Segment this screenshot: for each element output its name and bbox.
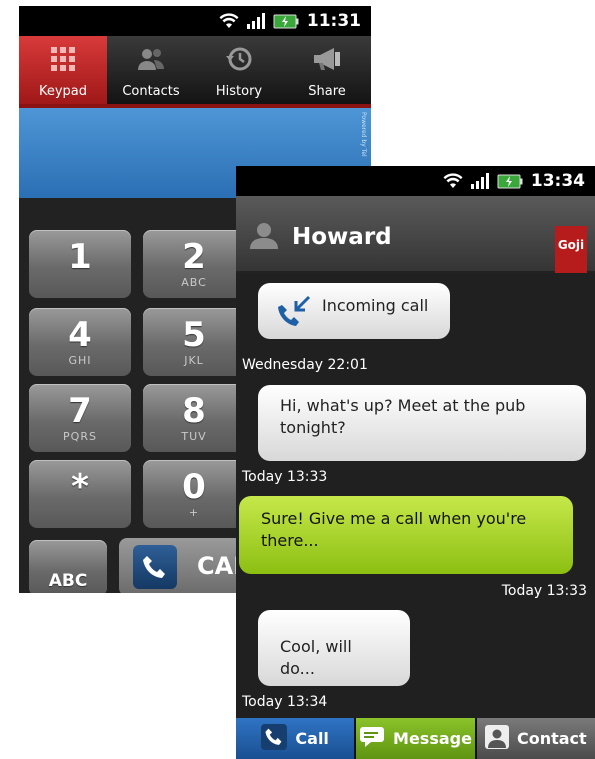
tab-label: Contacts bbox=[122, 84, 180, 99]
tab-bar: Keypad Contacts History Share bbox=[19, 36, 371, 108]
key-digit: * bbox=[71, 467, 89, 507]
contact-header: Howard Goji bbox=[236, 196, 595, 284]
tab-label: Keypad bbox=[38, 84, 88, 99]
contact-button-label: Contact bbox=[516, 729, 587, 748]
call-button[interactable]: Call bbox=[236, 718, 355, 759]
tab-history[interactable]: History bbox=[195, 36, 283, 108]
key-digit: 0 bbox=[182, 467, 206, 507]
message-text: Sure! Give me a call when you're there..… bbox=[261, 509, 527, 550]
badge-label: Goji bbox=[557, 238, 585, 252]
key-7[interactable]: 7 PQRS bbox=[29, 384, 131, 452]
message-bubble[interactable]: Hi, what's up? Meet at the pub tonight? bbox=[258, 385, 586, 461]
tab-share[interactable]: Share bbox=[283, 36, 371, 108]
key-digit: 4 bbox=[68, 315, 92, 355]
keypad-icon bbox=[50, 46, 76, 76]
tab-keypad[interactable]: Keypad bbox=[19, 36, 107, 108]
phone-icon bbox=[133, 545, 177, 589]
message-button-label: Message bbox=[393, 729, 472, 748]
conversation-screen: 13:34 Howard Goji Incoming call Wednesda… bbox=[236, 166, 595, 759]
battery-charging-icon bbox=[273, 14, 299, 29]
key-5[interactable]: 5 JKL bbox=[143, 308, 245, 376]
key-8[interactable]: 8 TUV bbox=[143, 384, 245, 452]
history-icon bbox=[225, 46, 253, 76]
key-4[interactable]: 4 GHI bbox=[29, 308, 131, 376]
abc-key[interactable]: ABC bbox=[29, 540, 107, 593]
contact-name: Howard bbox=[292, 224, 392, 250]
message-button[interactable]: Message bbox=[356, 718, 475, 759]
message-thread[interactable]: Incoming call Wednesday 22:01 Hi, what's… bbox=[236, 273, 595, 718]
message-bubble-sent[interactable]: Sure! Give me a call when you're there..… bbox=[239, 496, 573, 574]
message-text: Hi, what's up? Meet at the pub tonight? bbox=[280, 396, 526, 437]
person-icon bbox=[484, 724, 509, 753]
key-letters: + bbox=[188, 506, 200, 519]
incoming-call-icon bbox=[278, 295, 312, 333]
contact-button[interactable]: Contact bbox=[476, 718, 595, 759]
action-bar: Call Message Contact bbox=[236, 718, 595, 759]
key-digit: 8 bbox=[182, 391, 206, 431]
megaphone-icon bbox=[311, 46, 343, 76]
key-1[interactable]: 1 bbox=[29, 230, 131, 298]
message-text: Cool, will do... bbox=[280, 637, 352, 678]
message-bubble[interactable]: Cool, will do... bbox=[258, 610, 410, 686]
status-bar: 13:34 bbox=[236, 166, 595, 196]
status-time: 13:34 bbox=[530, 171, 585, 191]
signal-icon bbox=[246, 13, 265, 29]
key-letters: PQRS bbox=[63, 430, 97, 443]
battery-charging-icon bbox=[497, 174, 523, 189]
contacts-icon bbox=[136, 46, 166, 76]
signal-icon bbox=[470, 173, 489, 189]
message-timestamp: Today 13:34 bbox=[242, 694, 328, 710]
status-time: 11:31 bbox=[306, 11, 361, 31]
message-timestamp: Today 13:33 bbox=[501, 583, 587, 599]
key-digit: 7 bbox=[68, 391, 92, 431]
tab-label: Share bbox=[308, 84, 346, 99]
speech-bubble-icon bbox=[359, 726, 385, 752]
phone-icon bbox=[261, 723, 288, 754]
key-digit: 5 bbox=[182, 315, 206, 355]
tab-contacts[interactable]: Contacts bbox=[107, 36, 195, 108]
key-letters: ABC bbox=[181, 276, 207, 289]
message-bubble[interactable]: Incoming call bbox=[258, 283, 450, 339]
message-timestamp: Today 13:33 bbox=[242, 469, 328, 485]
key-star[interactable]: * bbox=[29, 460, 131, 528]
message-text: Incoming call bbox=[322, 296, 429, 315]
status-bar: 11:31 bbox=[19, 6, 371, 36]
key-digit: 1 bbox=[68, 237, 92, 277]
message-timestamp: Wednesday 22:01 bbox=[242, 357, 368, 373]
person-icon bbox=[248, 221, 280, 253]
tab-label: History bbox=[215, 84, 263, 99]
key-digit: 2 bbox=[182, 237, 206, 277]
wifi-icon bbox=[219, 13, 239, 29]
abc-key-label: ABC bbox=[48, 571, 88, 591]
key-letters: GHI bbox=[68, 354, 92, 367]
key-2[interactable]: 2 ABC bbox=[143, 230, 245, 298]
key-letters: JKL bbox=[184, 354, 204, 367]
call-button-label: Call bbox=[295, 729, 329, 748]
key-letters: TUV bbox=[181, 430, 207, 443]
key-0[interactable]: 0 + bbox=[143, 460, 245, 528]
wifi-icon bbox=[443, 173, 463, 189]
